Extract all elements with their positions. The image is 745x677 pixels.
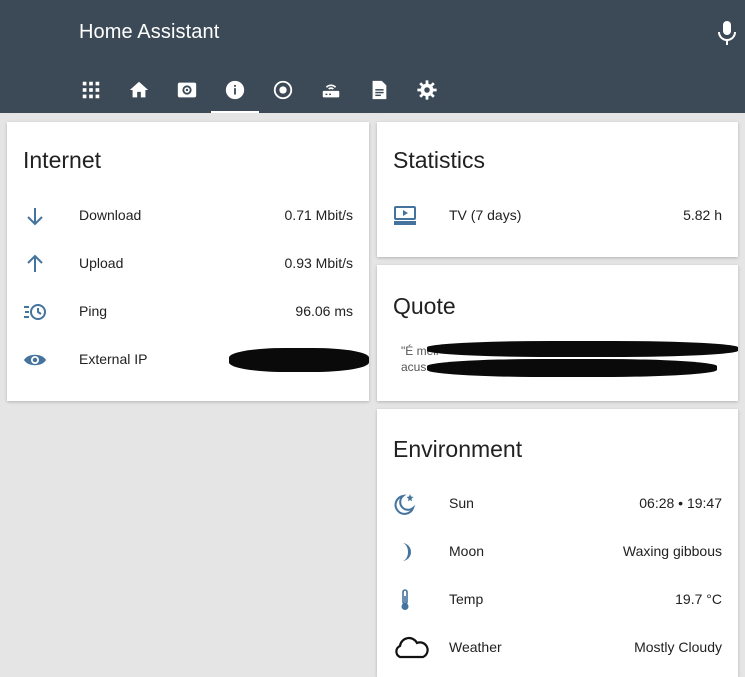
speaker-icon [177, 82, 197, 97]
row-label: Moon [449, 543, 485, 559]
arrow-down-icon [23, 204, 47, 228]
row-value: 19.7 °C [675, 591, 722, 607]
row-value: 5.82 h [683, 207, 722, 223]
home-icon [129, 81, 149, 97]
tab-logbook[interactable] [355, 66, 403, 113]
card-title: Quote [393, 293, 456, 319]
record-icon [273, 80, 293, 99]
tab-router[interactable] [307, 66, 355, 113]
row-value: 0.71 Mbit/s [284, 207, 353, 223]
redaction-mark [427, 341, 738, 357]
card-title: Statistics [393, 147, 486, 173]
row-label: Temp [449, 591, 484, 607]
row-label: Sun [449, 495, 474, 511]
apps-grid-icon [82, 81, 100, 98]
tv-row[interactable]: TV (7 days) 5.82 h [393, 192, 722, 240]
statistics-card: Statistics TV (7 days) 5.82 h [377, 122, 738, 257]
tab-info[interactable] [211, 66, 259, 113]
row-value: 06:28 • 19:47 [639, 495, 722, 511]
app-header: Home Assistant [0, 0, 745, 113]
row-value: 0.93 Mbit/s [284, 255, 353, 271]
tab-apps[interactable] [67, 66, 115, 113]
eye-icon [23, 348, 47, 372]
card-title: Environment [393, 436, 523, 462]
row-value: 96.06 ms [295, 303, 353, 319]
row-value: Mostly Cloudy [634, 639, 722, 655]
tab-speaker[interactable] [163, 66, 211, 113]
moon-crescent-icon [393, 540, 417, 564]
sun-row[interactable]: Sun 06:28 • 19:47 [393, 480, 722, 528]
row-label: External IP [79, 351, 148, 367]
row-label: Download [79, 207, 142, 223]
sun-moon-icon [393, 492, 417, 516]
download-row[interactable]: Download 0.71 Mbit/s [23, 192, 353, 240]
row-label: Ping [79, 303, 108, 319]
tab-settings[interactable] [403, 66, 451, 113]
thermometer-icon [393, 588, 417, 612]
card-title: Internet [23, 147, 101, 173]
app-title: Home Assistant [79, 21, 220, 43]
internet-card: Internet Download 0.71 Mbit/s Upload 0.9… [7, 122, 369, 401]
row-value: Waxing gibbous [622, 543, 722, 559]
arrow-up-icon [23, 252, 47, 276]
tab-record[interactable] [259, 66, 307, 113]
redaction-mark [427, 359, 717, 377]
tv-icon [393, 204, 417, 228]
tab-home[interactable] [115, 66, 163, 113]
timer-icon [23, 300, 47, 324]
row-label: TV (7 days) [449, 207, 522, 223]
row-label: Weather [449, 639, 502, 655]
info-icon [225, 80, 245, 99]
upload-row[interactable]: Upload 0.93 Mbit/s [23, 240, 353, 288]
moon-row[interactable]: Moon Waxing gibbous [393, 528, 722, 576]
quote-card: Quote "É mell acus [377, 265, 738, 401]
tab-bar [67, 66, 451, 113]
document-icon [372, 80, 387, 99]
redaction-mark [229, 348, 369, 372]
environment-card: Environment Sun 06:28 • 19:47 Moon Waxin… [377, 409, 738, 677]
router-icon [322, 84, 340, 97]
settings-icon [417, 79, 437, 100]
weather-row[interactable]: Weather Mostly Cloudy [393, 624, 722, 672]
row-label: Upload [79, 255, 124, 271]
cloud-icon [391, 636, 431, 660]
ping-row[interactable]: Ping 96.06 ms [23, 288, 353, 336]
microphone-icon[interactable] [716, 20, 738, 46]
temp-row[interactable]: Temp 19.7 °C [393, 576, 722, 624]
